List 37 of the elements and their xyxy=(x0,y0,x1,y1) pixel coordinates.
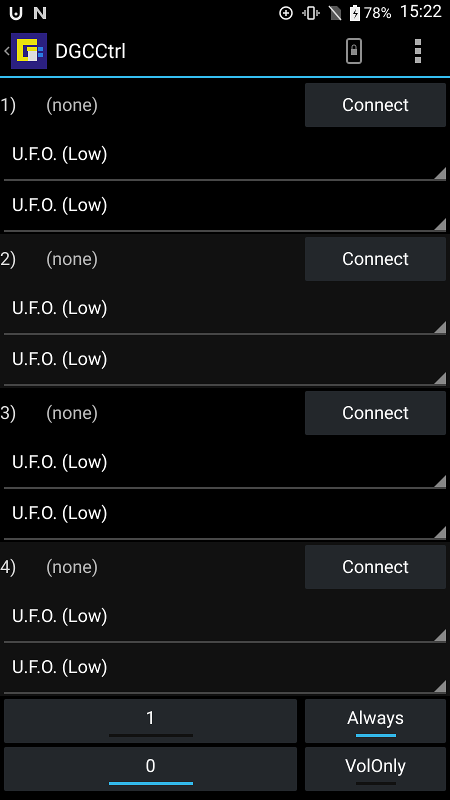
app-logo-icon xyxy=(11,33,47,69)
mode-spinner[interactable]: U.F.O. (Low) xyxy=(4,592,446,643)
app-icon-button[interactable] xyxy=(4,46,10,56)
device-number: 1) xyxy=(0,94,18,118)
device-name: (none) xyxy=(46,248,98,272)
app-title: DGCCtrl xyxy=(55,38,126,65)
mode-spinner[interactable]: U.F.O. (Low) xyxy=(4,335,446,386)
battery-icon xyxy=(350,5,360,21)
connect-button[interactable]: Connect xyxy=(305,237,446,281)
no-sim-icon xyxy=(328,5,342,21)
mode-spinner[interactable]: U.F.O. (Low) xyxy=(4,643,446,694)
device-name: (none) xyxy=(46,402,98,426)
vibrate-icon xyxy=(302,5,320,21)
device-number: 4) xyxy=(0,556,18,580)
back-chevron-icon xyxy=(4,46,10,56)
mode-spinner[interactable]: U.F.O. (Low) xyxy=(4,284,446,335)
phone-lock-icon xyxy=(346,38,362,64)
device-number: 3) xyxy=(0,402,18,426)
device-name: (none) xyxy=(46,556,98,580)
toggle-button[interactable]: Always xyxy=(305,699,446,743)
sync-icon xyxy=(278,5,294,21)
notification-icon xyxy=(32,5,48,21)
battery-percent: 78% xyxy=(364,2,392,24)
mode-spinner[interactable]: U.F.O. (Low) xyxy=(4,438,446,489)
clock: 15:22 xyxy=(400,1,442,24)
connect-button[interactable]: Connect xyxy=(305,391,446,435)
toggle-button[interactable]: 0 xyxy=(4,747,297,791)
mode-spinner[interactable]: U.F.O. (Low) xyxy=(4,181,446,232)
device-name: (none) xyxy=(46,94,98,118)
connect-button[interactable]: Connect xyxy=(305,83,446,127)
mode-spinner[interactable]: U.F.O. (Low) xyxy=(4,489,446,540)
mode-spinner[interactable]: U.F.O. (Low) xyxy=(4,130,446,181)
device-number: 2) xyxy=(0,248,18,272)
toggle-button[interactable]: 1 xyxy=(4,699,297,743)
connect-button[interactable]: Connect xyxy=(305,545,446,589)
toggle-button[interactable]: VolOnly xyxy=(305,747,446,791)
notification-icon xyxy=(8,5,24,21)
